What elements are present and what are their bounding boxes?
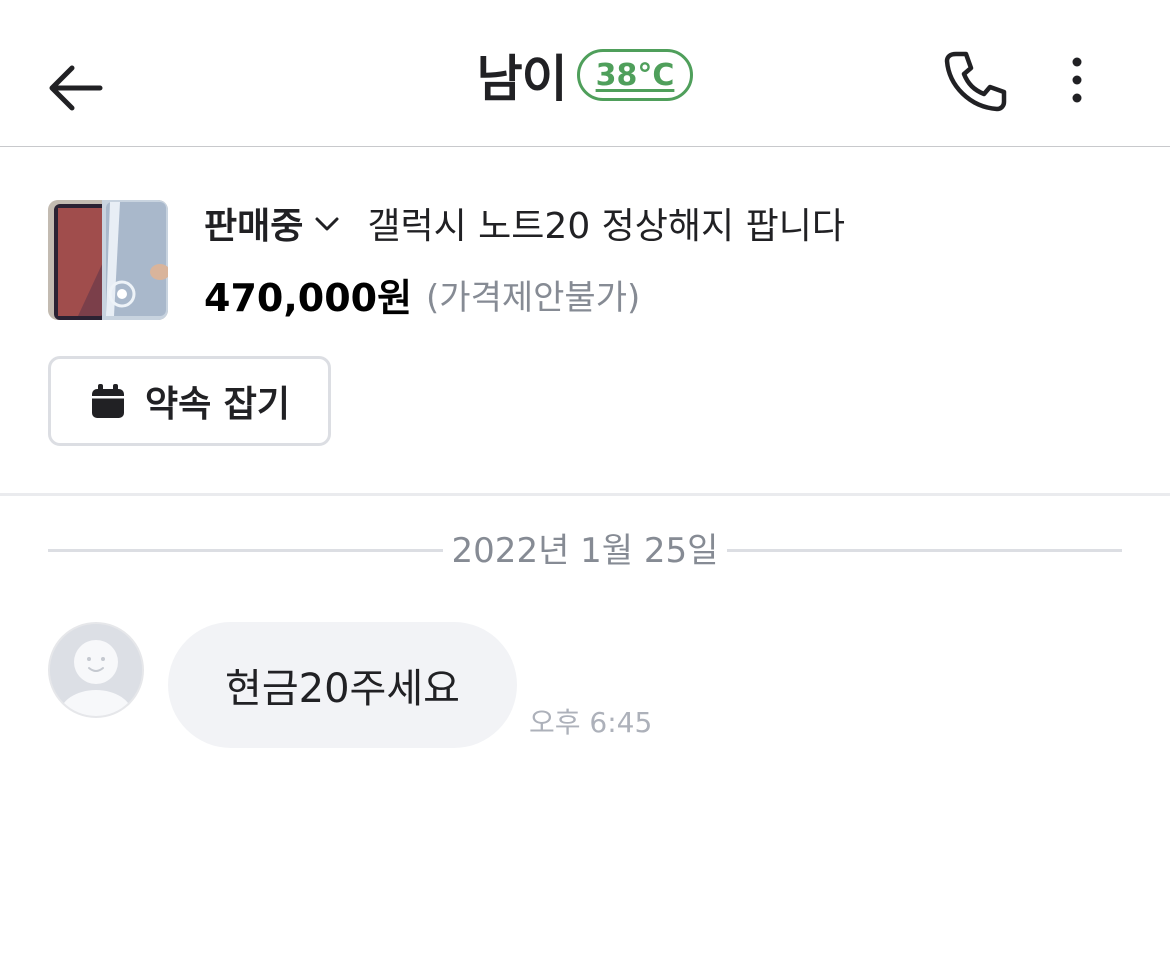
product-thumbnail[interactable] <box>48 200 168 320</box>
sender-avatar[interactable] <box>48 622 144 718</box>
call-button[interactable] <box>940 48 1010 114</box>
default-avatar-icon <box>50 624 142 716</box>
manner-temperature-badge[interactable]: 38°C <box>576 49 694 101</box>
product-title[interactable]: 갤럭시 노트20 정상해지 팝니다 <box>367 197 845 249</box>
more-vertical-icon <box>1072 57 1082 103</box>
calendar-icon <box>91 384 124 418</box>
date-separator: 2022년 1월 25일 <box>451 531 719 571</box>
appointment-label: 약속 잡기 <box>144 384 290 425</box>
sale-status-dropdown[interactable]: 판매중 <box>204 197 303 249</box>
date-separator-line-right <box>727 549 1122 552</box>
chat-screen: 남이 38°C 판매중 갤럭시 노트20 정상해지 팝니다 470,000원 (… <box>0 0 1170 976</box>
message-timestamp: 오후 6:45 <box>529 706 653 739</box>
section-divider <box>0 493 1170 496</box>
message-bubble[interactable]: 현금20주세요 <box>168 622 517 748</box>
price-negotiation-note: (가격제안불가) <box>426 277 641 318</box>
product-image <box>48 200 168 320</box>
date-separator-line-left <box>48 549 443 552</box>
chevron-down-icon[interactable] <box>313 209 341 237</box>
chat-header: 남이 38°C <box>0 0 1170 147</box>
product-price: 470,000원 <box>204 275 413 320</box>
make-appointment-button[interactable]: 약속 잡기 <box>48 356 331 446</box>
phone-icon <box>944 51 1007 112</box>
product-price-row: 470,000원 (가격제안불가) <box>204 266 640 322</box>
more-options-button[interactable] <box>1060 56 1094 106</box>
product-info-row: 판매중 갤럭시 노트20 정상해지 팝니다 <box>204 196 845 250</box>
page-title: 남이 <box>476 50 568 108</box>
